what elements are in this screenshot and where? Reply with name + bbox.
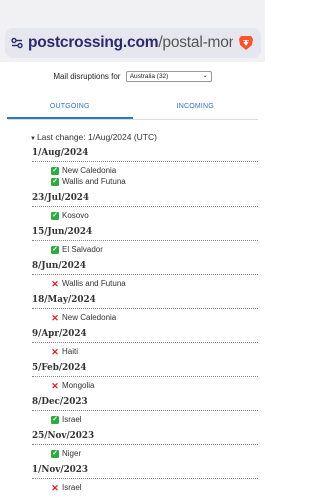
cross-mark-icon: ✕	[51, 346, 59, 357]
date-entry: 1/Aug/2024 ✓ New Caledonia ✓ Wallis and Futu…	[32, 148, 262, 187]
country-item: ✓ Kosovo	[32, 211, 262, 222]
cross-mark-icon: ✕	[51, 380, 59, 391]
url-path: /postal-monitor/AU	[158, 34, 233, 51]
entry-date: 15/Jun/2024	[32, 227, 258, 241]
country-item: ✕ New Caledonia	[32, 313, 262, 324]
country-name: Wallis and Futuna	[62, 176, 126, 186]
brave-lion-icon[interactable]	[237, 34, 255, 52]
country-name: Kosovo	[62, 210, 89, 220]
check-mark-icon: ✓	[51, 415, 59, 424]
country-item: ✓ Wallis and Futuna	[32, 177, 262, 188]
browser-toolbar: postcrossing.com/postal-monitor/AU	[0, 0, 265, 62]
cross-mark-icon: ✕	[51, 482, 59, 493]
date-entry: 8/Jun/2024 ✕ Wallis and Futuna	[32, 261, 262, 290]
country-name: Mongolia	[62, 380, 95, 390]
check-mark-icon: ✓	[51, 177, 59, 186]
disruption-list: ▼Last change: 1/Aug/2024 (UTC) 1/Aug/202…	[30, 132, 262, 499]
disclosure-triangle-icon: ▼	[30, 136, 36, 142]
date-entry: 23/Jul/2024 ✓ Kosovo	[32, 193, 262, 222]
entries-container: 1/Aug/2024 ✓ New Caledonia ✓ Wallis and Futu…	[32, 148, 262, 493]
tab-outgoing[interactable]: OUTGOING	[7, 100, 133, 119]
date-entry: 1/Nov/2023 ✕ Israel	[32, 465, 262, 494]
address-bar[interactable]: postcrossing.com/postal-monitor/AU	[5, 28, 261, 58]
country-item: ✓ New Caledonia	[32, 166, 262, 177]
country-name: Israel	[62, 482, 82, 492]
tab-incoming[interactable]: INCOMING	[133, 100, 259, 119]
last-change-summary[interactable]: ▼Last change: 1/Aug/2024 (UTC)	[30, 132, 262, 142]
entry-date: 9/Apr/2024	[32, 329, 258, 343]
check-mark-icon: ✓	[51, 449, 59, 458]
check-mark-icon: ✓	[51, 245, 59, 254]
direction-tabs: OUTGOING INCOMING	[7, 100, 258, 120]
country-name: Wallis and Futuna	[62, 278, 126, 288]
country-name: Niger	[62, 448, 82, 458]
country-item: ✕ Mongolia	[32, 381, 262, 392]
check-mark-icon: ✓	[51, 211, 59, 220]
entry-date: 1/Nov/2023	[32, 465, 258, 479]
url-host: postcrossing.com	[28, 34, 159, 51]
tune-icon[interactable]	[11, 37, 23, 49]
date-entry: 18/May/2024 ✕ New Caledonia	[32, 295, 262, 324]
date-entry: 15/Jun/2024 ✓ El Salvador	[32, 227, 262, 256]
country-select-value: Australia (32)	[129, 73, 169, 80]
country-item: ✕ Wallis and Futuna	[32, 279, 262, 290]
date-entry: 8/Dec/2023 ✓ Israel	[32, 397, 262, 426]
entry-date: 1/Aug/2024	[32, 148, 258, 162]
selector-label: Mail disruptions for	[53, 72, 121, 81]
chevron-down-icon: ⌄	[202, 73, 208, 79]
country-name: El Salvador	[62, 244, 103, 254]
date-entry: 5/Feb/2024 ✕ Mongolia	[32, 363, 262, 392]
entry-date: 23/Jul/2024	[32, 193, 258, 207]
cross-mark-icon: ✕	[51, 312, 59, 323]
check-mark-icon: ✓	[51, 167, 59, 175]
country-item: ✕ Haiti	[32, 347, 262, 358]
country-item: ✓ El Salvador	[32, 245, 262, 256]
disruption-selector-row: Mail disruptions for Australia (32) ⌄	[0, 71, 265, 82]
url-text[interactable]: postcrossing.com/postal-monitor/AU	[28, 34, 233, 52]
entry-date: 25/Nov/2023	[32, 431, 258, 445]
entry-date: 18/May/2024	[32, 295, 258, 309]
country-select[interactable]: Australia (32) ⌄	[125, 71, 212, 82]
country-name: New Caledonia	[62, 312, 117, 322]
last-change-text: Last change: 1/Aug/2024 (UTC)	[36, 132, 157, 142]
entry-date: 5/Feb/2024	[32, 363, 258, 377]
date-entry: 25/Nov/2023 ✓ Niger	[32, 431, 262, 460]
entry-date: 8/Dec/2023	[32, 397, 258, 411]
entry-date: 8/Jun/2024	[32, 261, 258, 275]
country-name: Israel	[62, 414, 82, 424]
country-name: Haiti	[62, 346, 79, 356]
cross-mark-icon: ✕	[51, 278, 59, 289]
country-item: ✓ Israel	[32, 415, 262, 426]
country-name: New Caledonia	[62, 166, 117, 175]
date-entry: 9/Apr/2024 ✕ Haiti	[32, 329, 262, 358]
country-item: ✓ Niger	[32, 449, 262, 460]
country-item: ✕ Israel	[32, 483, 262, 494]
